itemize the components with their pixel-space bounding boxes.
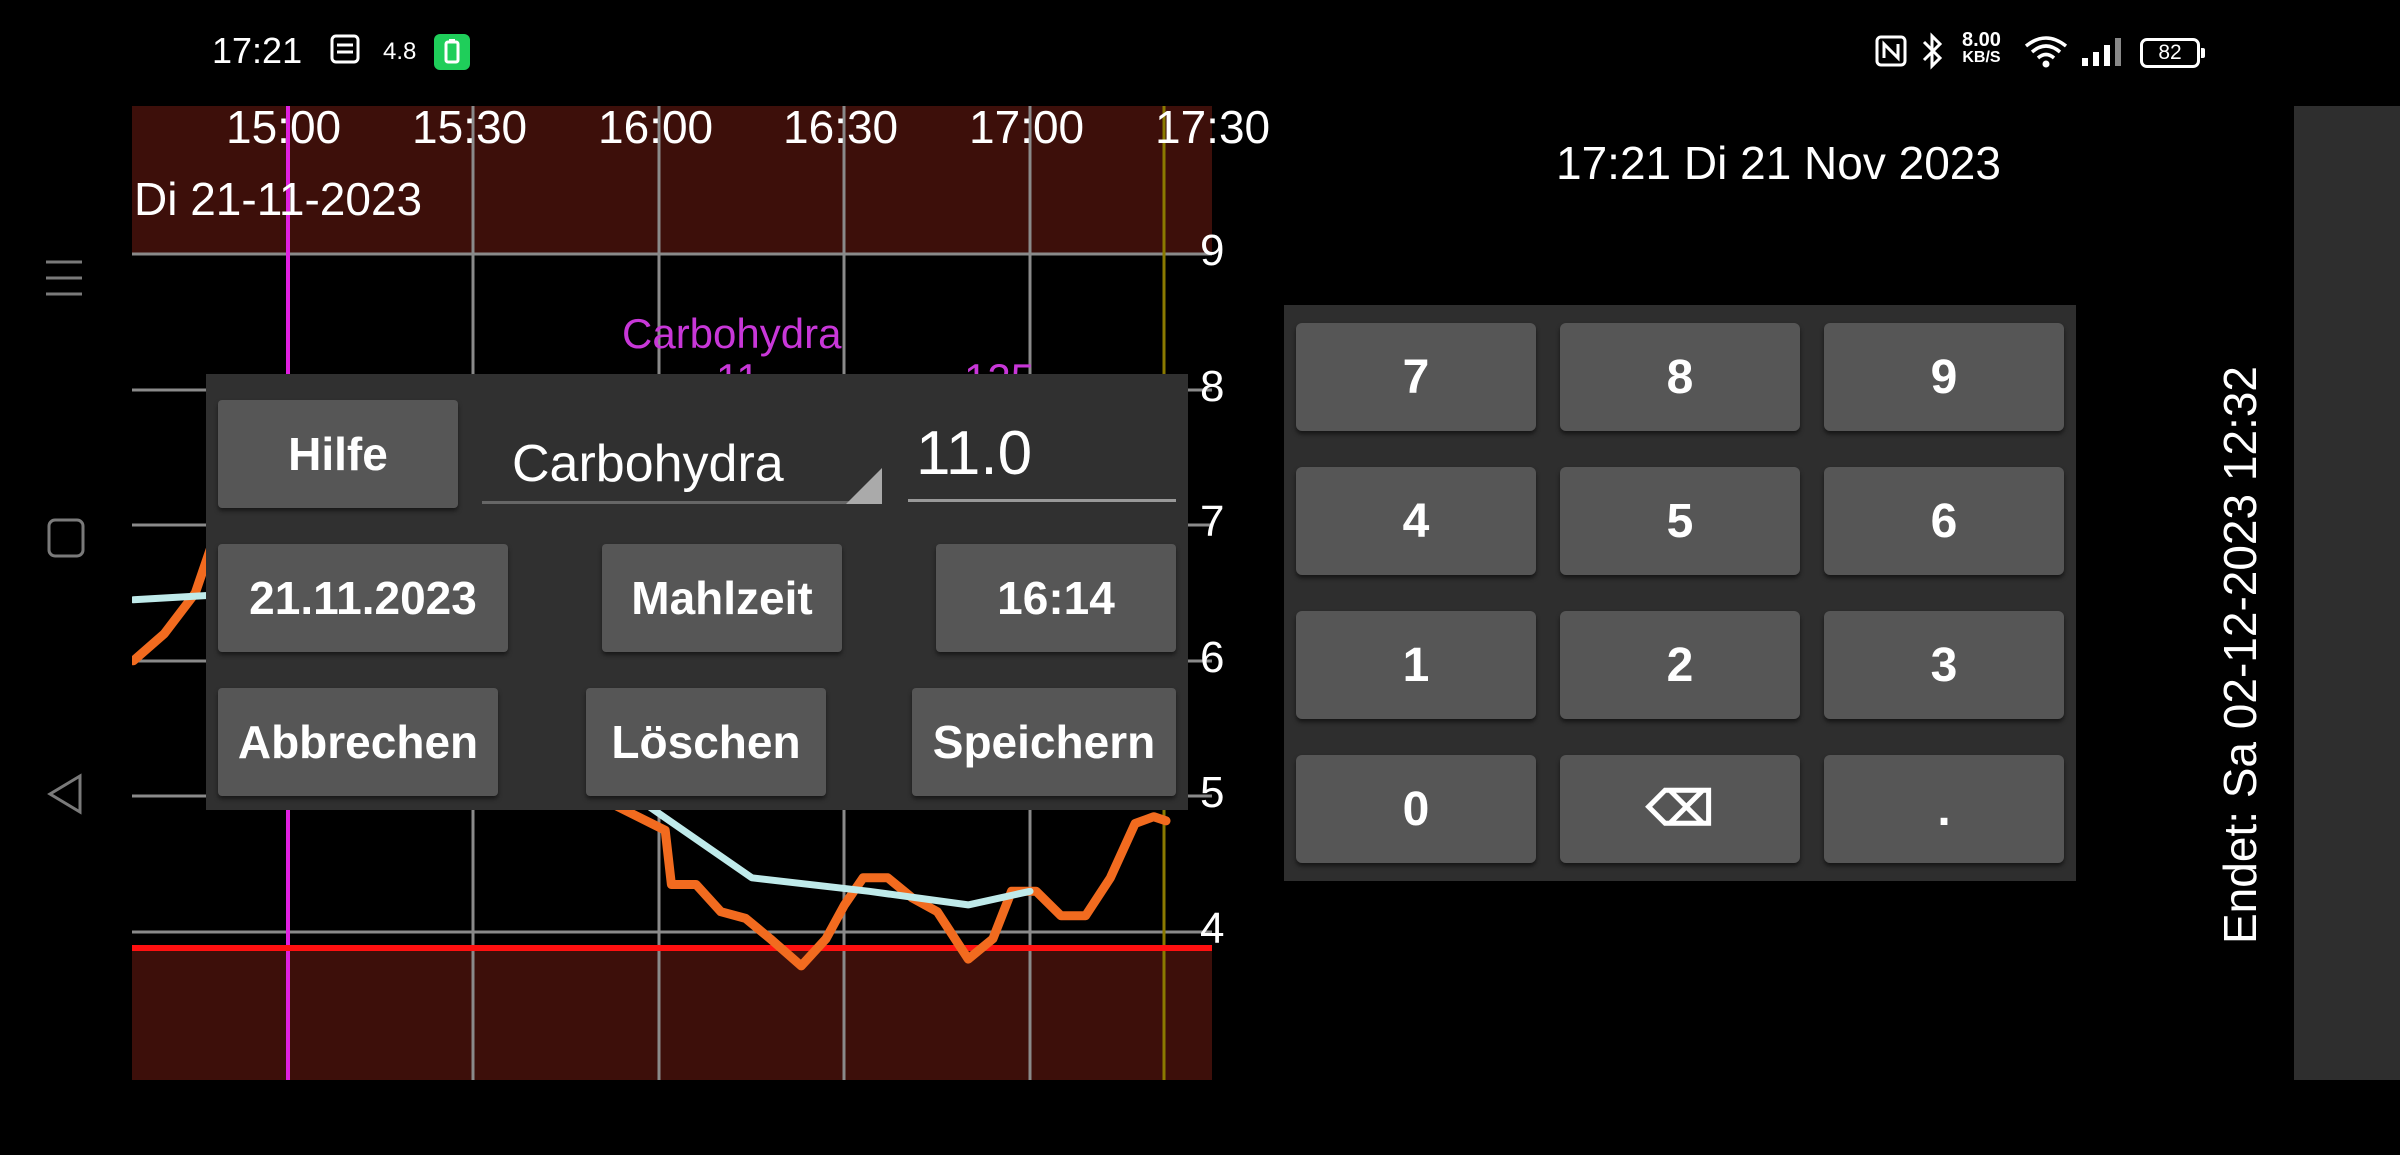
y-tick-7: 7 — [1200, 497, 1225, 546]
signal-icon — [2080, 36, 2124, 75]
time-tick-1630: 16:30 — [783, 101, 899, 153]
key-7[interactable]: 7 — [1296, 323, 1536, 431]
time-tick-1700: 17:00 — [969, 101, 1085, 153]
treatment-type-value: Carbohydra — [512, 435, 784, 493]
wifi-icon — [2024, 34, 2068, 75]
y-tick-8: 8 — [1200, 362, 1225, 411]
key-9[interactable]: 9 — [1824, 323, 2064, 431]
chart-date-label: Di 21-11-2023 — [134, 173, 423, 225]
y-tick-6: 6 — [1200, 633, 1225, 682]
home-icon[interactable] — [47, 518, 85, 563]
key-0[interactable]: 0 — [1296, 755, 1536, 863]
time-tick-1500: 15:00 — [226, 101, 342, 153]
amount-value: 11.0 — [916, 419, 1033, 488]
time-tick-1530: 15:30 — [412, 101, 528, 153]
back-icon[interactable] — [46, 772, 84, 821]
side-strip — [2294, 106, 2400, 1080]
battery-indicator: 82 — [2140, 38, 2205, 68]
key-4[interactable]: 4 — [1296, 467, 1536, 575]
time-tick-1730: 17:30 — [1155, 101, 1271, 153]
network-speed-unit: KB/S — [1962, 49, 2001, 66]
help-button[interactable]: Hilfe — [218, 400, 458, 508]
key-5[interactable]: 5 — [1560, 467, 1800, 575]
sensor-ends-label: Endet: Sa 02-12-2023 12:32 — [2214, 366, 2266, 945]
dropdown-triangle-icon — [846, 468, 882, 504]
key-decimal[interactable]: . — [1824, 755, 2064, 863]
status-time: 17:21 — [212, 30, 303, 71]
meal-button[interactable]: Mahlzeit — [602, 544, 842, 652]
key-2[interactable]: 2 — [1560, 611, 1800, 719]
delete-button[interactable]: Löschen — [586, 688, 826, 796]
time-tick-1600: 16:00 — [598, 101, 714, 153]
nfc-icon — [1874, 34, 1908, 75]
treatment-dialog: Hilfe Carbohydra 11.0 21.11.2023 Mahlzei… — [206, 374, 1188, 810]
y-tick-5: 5 — [1200, 768, 1225, 817]
time-button[interactable]: 16:14 — [936, 544, 1176, 652]
cancel-button[interactable]: Abbrechen — [218, 688, 498, 796]
date-button[interactable]: 21.11.2023 — [218, 544, 508, 652]
y-tick-9: 9 — [1200, 226, 1225, 275]
key-3[interactable]: 3 — [1824, 611, 2064, 719]
hamburger-menu-icon[interactable] — [44, 256, 84, 305]
spinner-underline — [482, 501, 882, 504]
key-8[interactable]: 8 — [1560, 323, 1800, 431]
key-6[interactable]: 6 — [1824, 467, 2064, 575]
backspace-key[interactable]: ⌫ — [1560, 755, 1800, 863]
numeric-keypad: 7 8 9 4 5 6 1 2 3 0 ⌫ . — [1284, 305, 2076, 881]
network-speed-value: 8.00 — [1962, 29, 2001, 51]
treatment-annotation-label: Carbohydra — [622, 310, 842, 357]
amount-input[interactable]: 11.0 — [908, 410, 1176, 502]
low-range-band — [132, 948, 1212, 1080]
amount-underline — [908, 499, 1176, 502]
key-1[interactable]: 1 — [1296, 611, 1536, 719]
battery-app-icon — [434, 34, 470, 77]
y-tick-4: 4 — [1200, 904, 1225, 953]
bluetooth-icon — [1920, 32, 1946, 77]
network-speed: 8.00 KB/S — [1962, 30, 2001, 66]
save-button[interactable]: Speichern — [912, 688, 1176, 796]
storage-icon — [330, 34, 360, 71]
status-misc-value: 4.8 — [383, 38, 417, 65]
backspace-icon: ⌫ — [1646, 783, 1714, 836]
status-bar: 17:21 4.8 8.00 KB/S 82 — [0, 0, 2400, 106]
treatment-type-spinner[interactable]: Carbohydra — [482, 414, 882, 504]
current-datetime: 17:21 Di 21 Nov 2023 — [1556, 137, 2001, 189]
